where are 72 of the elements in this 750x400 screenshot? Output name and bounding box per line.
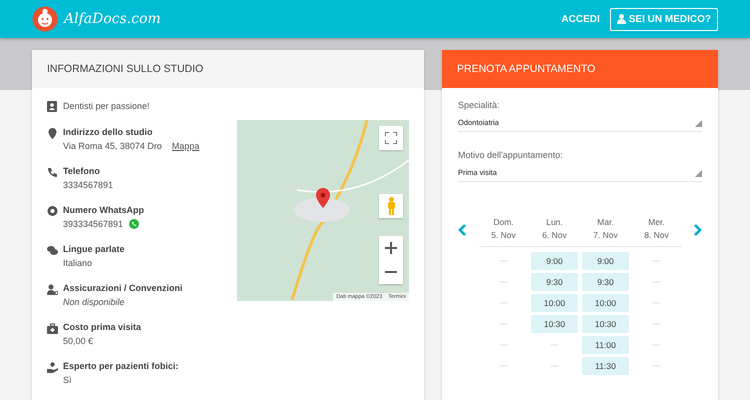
unavailable-dash: — (652, 318, 660, 330)
contact-book-icon (47, 101, 57, 112)
booking-title: PRENOTA APPUNTAMENTO (457, 63, 596, 75)
hand-icon (47, 362, 58, 373)
card-title: INFORMAZIONI SULLO STUDIO (47, 63, 204, 75)
unavailable-dash: — (652, 297, 660, 309)
pin-icon (47, 128, 58, 139)
day-date: 6. Nov (541, 229, 568, 242)
minus-icon (385, 271, 397, 273)
time-slot[interactable]: 11:00 (582, 336, 629, 354)
info-value: Italiano (63, 258, 92, 268)
info-value: 393334567891 (63, 219, 124, 229)
field-label: Motivo dell'appuntamento: (458, 150, 564, 160)
street-view-button[interactable] (379, 194, 403, 218)
unavailable-dash: — (500, 318, 508, 330)
info-value: Sì (63, 375, 72, 385)
phone-icon (47, 167, 58, 178)
day-name: Dom. (492, 216, 515, 229)
time-slot[interactable]: 10:00 (582, 294, 629, 312)
fullscreen-icon (385, 132, 397, 144)
time-slot[interactable]: 10:30 (531, 315, 578, 333)
info-label: Telefono (63, 166, 101, 176)
tagline-text: Dentisti per passione! (63, 101, 150, 111)
unavailable-dash: — (652, 339, 660, 351)
field-label: Specialità: (458, 100, 501, 110)
day-name: Mar. (596, 216, 615, 229)
time-slot[interactable]: 9:30 (531, 273, 578, 291)
whatsapp-icon[interactable] (129, 219, 140, 229)
person-icon (47, 284, 58, 295)
info-label: Lingue parlate (63, 244, 125, 254)
unavailable-dash: — (500, 339, 508, 351)
dropdown-corner-icon (695, 120, 702, 127)
info-label: Numero WhatsApp (63, 205, 144, 215)
info-value: 50,00 € (63, 336, 94, 346)
info-value: 3334567891 (63, 180, 114, 190)
time-slot[interactable]: 9:00 (582, 252, 629, 270)
info-value: Non disponibile (63, 297, 125, 307)
time-slot[interactable]: 10:00 (531, 294, 578, 312)
info-value: Via Roma 45, 38074 Dro (63, 141, 162, 151)
unavailable-dash: — (550, 360, 558, 372)
dropdown-corner-icon (695, 170, 702, 177)
time-slot[interactable]: 9:30 (582, 273, 629, 291)
unavailable-dash: — (500, 255, 508, 267)
info-label: Assicurazioni / Convenzioni (63, 283, 183, 293)
unavailable-dash: — (652, 360, 660, 372)
chat-bubbles-icon (47, 245, 58, 256)
unavailable-dash: — (500, 276, 508, 288)
unavailable-dash: — (652, 255, 660, 267)
day-name: Mer. (647, 216, 666, 229)
zoom-out-button[interactable] (379, 260, 403, 284)
unavailable-dash: — (550, 339, 558, 351)
pegman-icon (386, 197, 396, 215)
unavailable-dash: — (500, 297, 508, 309)
map-link[interactable]: Mappa (172, 141, 200, 151)
time-slot[interactable]: 9:00 (531, 252, 578, 270)
day-date: 5. Nov (490, 229, 517, 242)
zoom-in-button[interactable] (379, 236, 403, 260)
unavailable-dash: — (652, 276, 660, 288)
info-label: Costo prima visita (63, 322, 142, 332)
medical-bag-icon (47, 323, 58, 334)
info-label: Indirizzo dello studio (63, 127, 154, 137)
plus-icon (385, 242, 397, 254)
day-date: 8. Nov (643, 229, 670, 242)
time-slot[interactable]: 11:30 (582, 357, 629, 375)
info-label: Esperto per pazienti fobici: (63, 361, 179, 371)
day-date: 7. Nov (592, 229, 619, 242)
map-pin-icon (316, 188, 330, 208)
unavailable-dash: — (500, 360, 508, 372)
time-slot[interactable]: 10:30 (582, 315, 629, 333)
person-icon (616, 14, 626, 24)
day-name: Lun. (545, 216, 564, 229)
fullscreen-button[interactable] (379, 126, 403, 150)
